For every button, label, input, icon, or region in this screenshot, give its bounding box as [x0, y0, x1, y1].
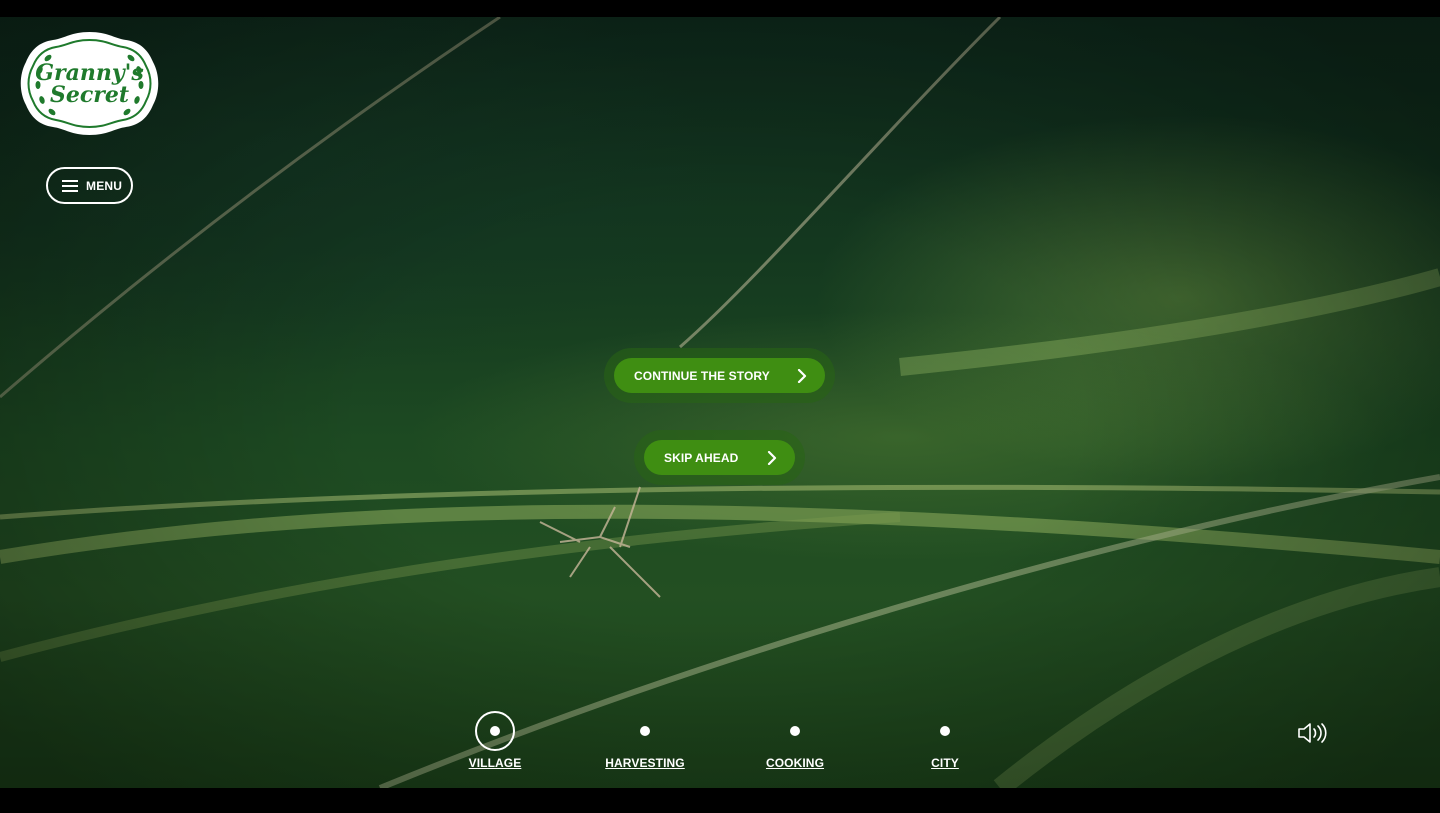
hamburger-icon: [62, 179, 78, 192]
letterbox-bottom: [0, 788, 1440, 813]
chapter-label: COOKING: [765, 756, 825, 770]
chapter-label: VILLAGE: [468, 756, 522, 770]
chapter-cooking[interactable]: COOKING: [725, 711, 865, 770]
logo-wordmark-line1: Granny's: [35, 60, 144, 86]
chapter-navigation: VILLAGE HARVESTING COOKING CITY: [0, 711, 1440, 781]
chapter-dot: [640, 726, 650, 736]
chapter-dot: [490, 726, 500, 736]
chapter-label: CITY: [931, 756, 959, 770]
letterbox-top: [0, 0, 1440, 17]
continue-story-label: CONTINUE THE STORY: [634, 368, 770, 383]
speaker-volume-icon: [1298, 723, 1327, 743]
skip-ahead-halo: SKIP AHEAD: [634, 430, 805, 485]
sound-toggle-button[interactable]: [1297, 722, 1329, 744]
chapter-label: HARVESTING: [605, 756, 685, 770]
chapter-harvesting[interactable]: HARVESTING: [575, 711, 715, 770]
chevron-right-icon: [767, 450, 777, 465]
chevron-right-icon: [797, 368, 807, 383]
skip-ahead-button[interactable]: SKIP AHEAD: [644, 440, 795, 475]
menu-label: MENU: [86, 178, 123, 193]
chapter-dot: [790, 726, 800, 736]
chapter-city[interactable]: CITY: [875, 711, 1015, 770]
chapter-village[interactable]: VILLAGE: [425, 711, 565, 770]
logo-wordmark-line2: Secret: [49, 82, 130, 108]
chapter-indicator: [625, 711, 665, 751]
continue-story-halo: CONTINUE THE STORY: [604, 348, 835, 403]
brand-logo[interactable]: Granny's Secret: [18, 30, 161, 137]
chapter-indicator: [475, 711, 515, 751]
menu-button[interactable]: MENU: [46, 167, 133, 204]
chapter-indicator: [775, 711, 815, 751]
skip-ahead-label: SKIP AHEAD: [664, 450, 739, 465]
continue-story-button[interactable]: CONTINUE THE STORY: [614, 358, 825, 393]
chapter-indicator: [925, 711, 965, 751]
chapter-dot: [940, 726, 950, 736]
